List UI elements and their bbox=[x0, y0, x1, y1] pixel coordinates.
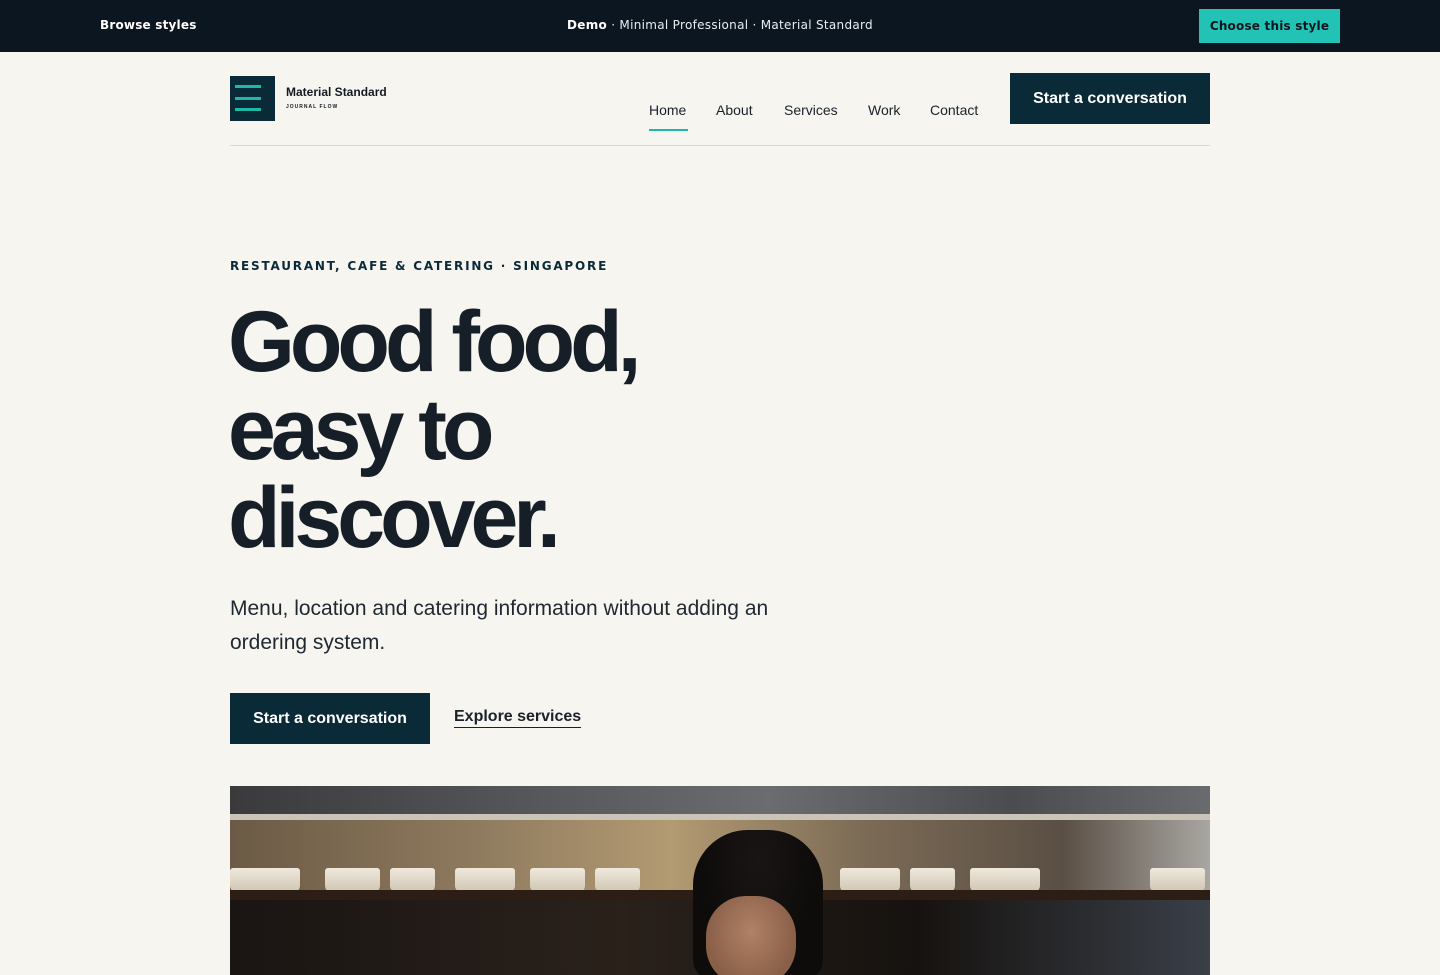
hero-title-line: discover. bbox=[228, 470, 561, 566]
hero-title-line: easy to bbox=[228, 382, 494, 478]
nav-work[interactable]: Work bbox=[868, 102, 900, 118]
nav-contact[interactable]: Contact bbox=[930, 102, 978, 118]
header-start-conversation-button[interactable]: Start a conversation bbox=[1010, 73, 1210, 124]
logo-name[interactable]: Material Standard bbox=[286, 85, 387, 99]
hero-start-conversation-button[interactable]: Start a conversation bbox=[230, 693, 430, 744]
hero-image-chef-kitchen bbox=[230, 786, 1210, 975]
hero-title-line: Good food, bbox=[228, 294, 642, 390]
demo-bar: Browse styles Demo · Minimal Professiona… bbox=[0, 0, 1440, 52]
nav-about[interactable]: About bbox=[716, 102, 753, 118]
hero-subtitle: Menu, location and catering information … bbox=[230, 597, 769, 654]
style-info-text: · Minimal Professional · Material Standa… bbox=[611, 18, 873, 32]
active-nav-indicator bbox=[649, 129, 688, 131]
hero-eyebrow: RESTAURANT, CAFE & CATERING · SINGAPORE bbox=[230, 259, 609, 273]
nav-services[interactable]: Services bbox=[784, 102, 838, 118]
choose-style-button[interactable]: Choose this style bbox=[1199, 9, 1340, 43]
logo-tagline: JOURNAL FLOW bbox=[286, 104, 339, 110]
nav-home[interactable]: Home bbox=[649, 102, 686, 118]
demo-label: Demo bbox=[567, 18, 608, 32]
menu-logo-icon[interactable] bbox=[230, 76, 275, 121]
site-header: Material Standard JOURNAL FLOW Home Abou… bbox=[230, 52, 1210, 146]
hero-title: Good food, easy to discover. bbox=[228, 298, 868, 562]
explore-services-link[interactable]: Explore services bbox=[454, 708, 582, 728]
